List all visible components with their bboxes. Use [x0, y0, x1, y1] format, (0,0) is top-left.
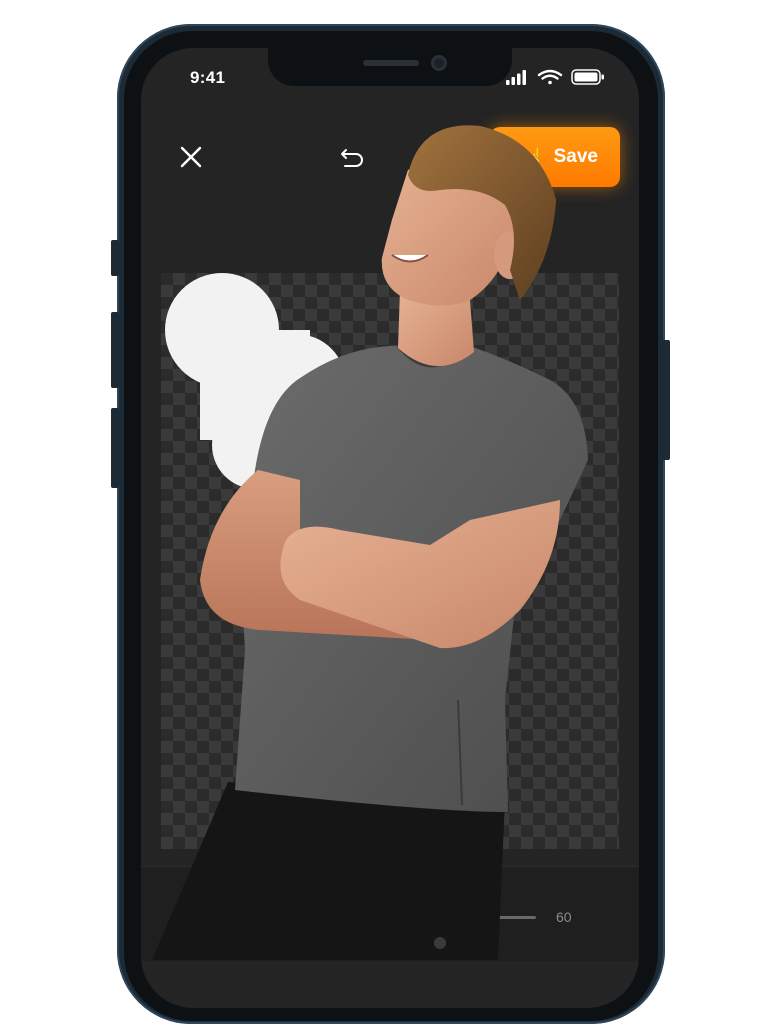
subject-head-overlay	[381, 125, 556, 306]
